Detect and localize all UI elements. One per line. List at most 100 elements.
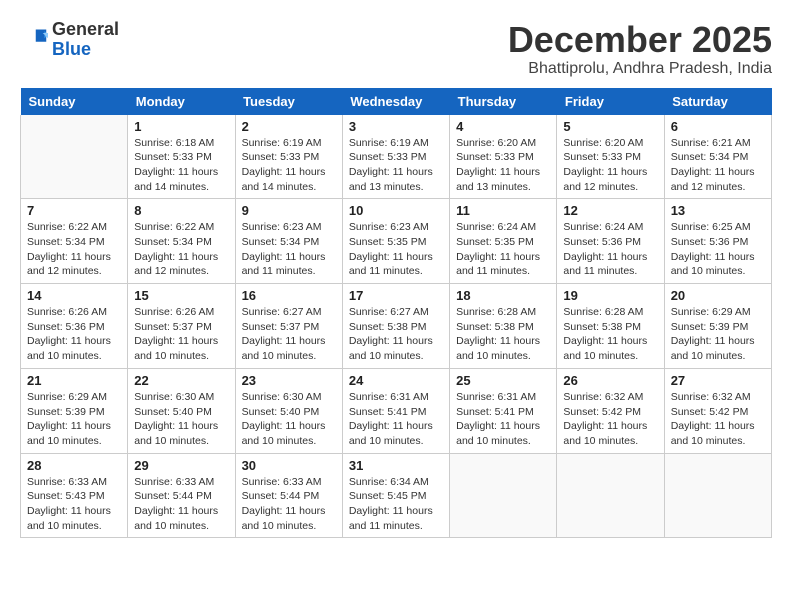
header-tuesday: Tuesday bbox=[235, 88, 342, 115]
logo-text: General Blue bbox=[52, 20, 119, 60]
day-number: 24 bbox=[349, 373, 443, 388]
title-section: December 2025 Bhattiprolu, Andhra Prades… bbox=[508, 20, 772, 78]
day-number: 14 bbox=[27, 288, 121, 303]
calendar-cell: 20 Sunrise: 6:29 AM Sunset: 5:39 PM Dayli… bbox=[664, 284, 771, 369]
day-number: 25 bbox=[456, 373, 550, 388]
day-info: Sunrise: 6:30 AM Sunset: 5:40 PM Dayligh… bbox=[134, 390, 228, 449]
location-title: Bhattiprolu, Andhra Pradesh, India bbox=[508, 60, 772, 78]
day-number: 31 bbox=[349, 458, 443, 473]
day-info: Sunrise: 6:29 AM Sunset: 5:39 PM Dayligh… bbox=[27, 390, 121, 449]
day-number: 7 bbox=[27, 203, 121, 218]
day-info: Sunrise: 6:26 AM Sunset: 5:37 PM Dayligh… bbox=[134, 305, 228, 364]
day-info: Sunrise: 6:20 AM Sunset: 5:33 PM Dayligh… bbox=[456, 136, 550, 195]
calendar-week-row: 21 Sunrise: 6:29 AM Sunset: 5:39 PM Dayli… bbox=[21, 368, 772, 453]
day-number: 20 bbox=[671, 288, 765, 303]
calendar-cell: 7 Sunrise: 6:22 AM Sunset: 5:34 PM Daylig… bbox=[21, 199, 128, 284]
calendar-cell: 23 Sunrise: 6:30 AM Sunset: 5:40 PM Dayli… bbox=[235, 368, 342, 453]
day-number: 6 bbox=[671, 119, 765, 134]
day-info: Sunrise: 6:24 AM Sunset: 5:36 PM Dayligh… bbox=[563, 220, 657, 279]
day-info: Sunrise: 6:20 AM Sunset: 5:33 PM Dayligh… bbox=[563, 136, 657, 195]
calendar-cell: 11Sunrise: 6:24 AM Sunset: 5:35 PM Dayli… bbox=[450, 199, 557, 284]
page-container: General Blue December 2025 Bhattiprolu, … bbox=[20, 20, 772, 538]
month-title: December 2025 bbox=[508, 20, 772, 60]
calendar-cell bbox=[664, 453, 771, 538]
day-info: Sunrise: 6:18 AM Sunset: 5:33 PM Dayligh… bbox=[134, 136, 228, 195]
day-number: 21 bbox=[27, 373, 121, 388]
header-sunday: Sunday bbox=[21, 88, 128, 115]
calendar-cell: 21 Sunrise: 6:29 AM Sunset: 5:39 PM Dayli… bbox=[21, 368, 128, 453]
day-number: 18 bbox=[456, 288, 550, 303]
calendar-cell bbox=[557, 453, 664, 538]
day-info: Sunrise: 6:25 AM Sunset: 5:36 PM Dayligh… bbox=[671, 220, 765, 279]
day-number: 3 bbox=[349, 119, 443, 134]
day-info: Sunrise: 6:33 AM Sunset: 5:44 PM Dayligh… bbox=[242, 475, 336, 534]
calendar-cell: 6Sunrise: 6:21 AM Sunset: 5:34 PM Daylig… bbox=[664, 115, 771, 199]
calendar-cell: 4 Sunrise: 6:20 AM Sunset: 5:33 PM Daylig… bbox=[450, 115, 557, 199]
calendar-cell: 19Sunrise: 6:28 AM Sunset: 5:38 PM Dayli… bbox=[557, 284, 664, 369]
calendar-cell: 14 Sunrise: 6:26 AM Sunset: 5:36 PM Dayli… bbox=[21, 284, 128, 369]
day-info: Sunrise: 6:29 AM Sunset: 5:39 PM Dayligh… bbox=[671, 305, 765, 364]
header: General Blue December 2025 Bhattiprolu, … bbox=[20, 20, 772, 78]
day-number: 13 bbox=[671, 203, 765, 218]
calendar-cell: 9Sunrise: 6:23 AM Sunset: 5:34 PM Daylig… bbox=[235, 199, 342, 284]
day-info: Sunrise: 6:31 AM Sunset: 5:41 PM Dayligh… bbox=[349, 390, 443, 449]
calendar-cell: 25 Sunrise: 6:31 AM Sunset: 5:41 PM Dayli… bbox=[450, 368, 557, 453]
day-info: Sunrise: 6:22 AM Sunset: 5:34 PM Dayligh… bbox=[134, 220, 228, 279]
calendar-cell: 27Sunrise: 6:32 AM Sunset: 5:42 PM Dayli… bbox=[664, 368, 771, 453]
calendar-cell: 26Sunrise: 6:32 AM Sunset: 5:42 PM Dayli… bbox=[557, 368, 664, 453]
calendar-cell: 1 Sunrise: 6:18 AM Sunset: 5:33 PM Daylig… bbox=[128, 115, 235, 199]
calendar-cell: 17 Sunrise: 6:27 AM Sunset: 5:38 PM Dayli… bbox=[342, 284, 449, 369]
calendar-header-row: Sunday Monday Tuesday Wednesday Thursday… bbox=[21, 88, 772, 115]
header-thursday: Thursday bbox=[450, 88, 557, 115]
header-friday: Friday bbox=[557, 88, 664, 115]
day-info: Sunrise: 6:27 AM Sunset: 5:38 PM Dayligh… bbox=[349, 305, 443, 364]
day-info: Sunrise: 6:27 AM Sunset: 5:37 PM Dayligh… bbox=[242, 305, 336, 364]
day-number: 2 bbox=[242, 119, 336, 134]
day-info: Sunrise: 6:19 AM Sunset: 5:33 PM Dayligh… bbox=[242, 136, 336, 195]
day-number: 29 bbox=[134, 458, 228, 473]
calendar-cell: 31 Sunrise: 6:34 AM Sunset: 5:45 PM Dayli… bbox=[342, 453, 449, 538]
calendar-cell: 3 Sunrise: 6:19 AM Sunset: 5:33 PM Daylig… bbox=[342, 115, 449, 199]
day-info: Sunrise: 6:23 AM Sunset: 5:34 PM Dayligh… bbox=[242, 220, 336, 279]
calendar-cell: 12 Sunrise: 6:24 AM Sunset: 5:36 PM Dayli… bbox=[557, 199, 664, 284]
day-number: 28 bbox=[27, 458, 121, 473]
header-monday: Monday bbox=[128, 88, 235, 115]
calendar: Sunday Monday Tuesday Wednesday Thursday… bbox=[20, 88, 772, 539]
day-info: Sunrise: 6:24 AM Sunset: 5:35 PM Dayligh… bbox=[456, 220, 550, 279]
day-number: 10 bbox=[349, 203, 443, 218]
calendar-cell: 15 Sunrise: 6:26 AM Sunset: 5:37 PM Dayli… bbox=[128, 284, 235, 369]
calendar-cell bbox=[21, 115, 128, 199]
day-info: Sunrise: 6:32 AM Sunset: 5:42 PM Dayligh… bbox=[671, 390, 765, 449]
day-info: Sunrise: 6:32 AM Sunset: 5:42 PM Dayligh… bbox=[563, 390, 657, 449]
logo-blue: Blue bbox=[52, 39, 91, 59]
calendar-cell: 8Sunrise: 6:22 AM Sunset: 5:34 PM Daylig… bbox=[128, 199, 235, 284]
day-number: 1 bbox=[134, 119, 228, 134]
day-number: 5 bbox=[563, 119, 657, 134]
day-info: Sunrise: 6:26 AM Sunset: 5:36 PM Dayligh… bbox=[27, 305, 121, 364]
calendar-week-row: 7 Sunrise: 6:22 AM Sunset: 5:34 PM Daylig… bbox=[21, 199, 772, 284]
calendar-cell: 13 Sunrise: 6:25 AM Sunset: 5:36 PM Dayli… bbox=[664, 199, 771, 284]
day-number: 17 bbox=[349, 288, 443, 303]
header-wednesday: Wednesday bbox=[342, 88, 449, 115]
logo: General Blue bbox=[20, 20, 119, 60]
logo-general: General bbox=[52, 19, 119, 39]
calendar-cell: 28 Sunrise: 6:33 AM Sunset: 5:43 PM Dayli… bbox=[21, 453, 128, 538]
day-info: Sunrise: 6:31 AM Sunset: 5:41 PM Dayligh… bbox=[456, 390, 550, 449]
day-info: Sunrise: 6:23 AM Sunset: 5:35 PM Dayligh… bbox=[349, 220, 443, 279]
day-info: Sunrise: 6:22 AM Sunset: 5:34 PM Dayligh… bbox=[27, 220, 121, 279]
day-number: 23 bbox=[242, 373, 336, 388]
day-info: Sunrise: 6:28 AM Sunset: 5:38 PM Dayligh… bbox=[563, 305, 657, 364]
header-saturday: Saturday bbox=[664, 88, 771, 115]
day-info: Sunrise: 6:33 AM Sunset: 5:43 PM Dayligh… bbox=[27, 475, 121, 534]
day-number: 12 bbox=[563, 203, 657, 218]
calendar-cell: 24 Sunrise: 6:31 AM Sunset: 5:41 PM Dayli… bbox=[342, 368, 449, 453]
calendar-week-row: 14 Sunrise: 6:26 AM Sunset: 5:36 PM Dayli… bbox=[21, 284, 772, 369]
calendar-cell: 22Sunrise: 6:30 AM Sunset: 5:40 PM Dayli… bbox=[128, 368, 235, 453]
day-info: Sunrise: 6:34 AM Sunset: 5:45 PM Dayligh… bbox=[349, 475, 443, 534]
day-number: 4 bbox=[456, 119, 550, 134]
day-info: Sunrise: 6:30 AM Sunset: 5:40 PM Dayligh… bbox=[242, 390, 336, 449]
day-info: Sunrise: 6:33 AM Sunset: 5:44 PM Dayligh… bbox=[134, 475, 228, 534]
day-number: 15 bbox=[134, 288, 228, 303]
calendar-week-row: 1 Sunrise: 6:18 AM Sunset: 5:33 PM Daylig… bbox=[21, 115, 772, 199]
day-info: Sunrise: 6:19 AM Sunset: 5:33 PM Dayligh… bbox=[349, 136, 443, 195]
